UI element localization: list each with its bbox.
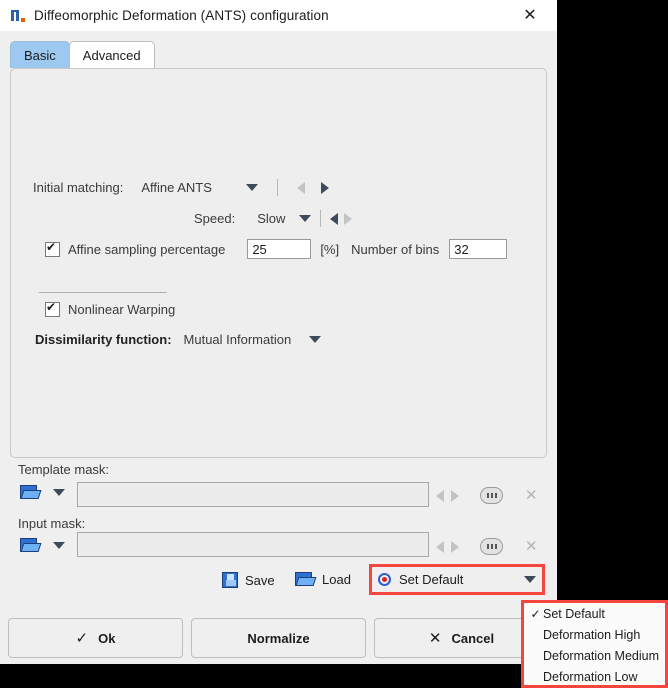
affine-sampling-label: Affine sampling percentage [68, 241, 226, 257]
title-bar: Diffeomorphic Deformation (ANTS) configu… [0, 0, 557, 31]
dialog-window: Diffeomorphic Deformation (ANTS) configu… [0, 0, 557, 664]
app-icon [10, 8, 26, 24]
template-mask-ellipsis-icon[interactable] [480, 487, 503, 504]
speed-prev-icon[interactable] [330, 212, 339, 225]
chevron-down-icon[interactable] [53, 542, 65, 549]
chevron-down-icon[interactable] [299, 215, 312, 222]
initial-matching-row: Initial matching: Affine ANTS [33, 179, 329, 196]
load-label: Load [322, 572, 351, 587]
affine-sampling-input[interactable]: 25 [247, 239, 312, 259]
template-mask-input[interactable] [77, 482, 429, 507]
divider [320, 210, 322, 227]
dissimilarity-value[interactable]: Mutual Information [184, 332, 292, 347]
set-default-menu[interactable]: ✓ Set Default Deformation High Deformati… [523, 602, 668, 688]
percent-unit-label: [%] [320, 241, 340, 257]
ok-label: Ok [98, 630, 116, 646]
input-mask-row [20, 538, 65, 553]
affine-sampling-checkbox[interactable] [45, 240, 60, 257]
menu-item-label: Deformation Medium [543, 648, 660, 663]
template-mask-row [20, 485, 65, 500]
initial-matching-value[interactable]: Affine ANTS [141, 180, 212, 195]
chevron-down-icon[interactable] [245, 184, 258, 191]
input-mask-prev-icon[interactable] [436, 540, 444, 553]
input-mask-controls: ✕ [436, 538, 538, 555]
menu-item-deformation-medium[interactable]: Deformation Medium [524, 645, 667, 666]
check-icon: ✓ [530, 606, 541, 621]
menu-item-deformation-high[interactable]: Deformation High [524, 624, 667, 645]
screen: Diffeomorphic Deformation (ANTS) configu… [0, 0, 668, 688]
input-mask-label: Input mask: [18, 516, 86, 531]
action-bar: ✓ Ok Normalize ✕ Cancel [0, 612, 557, 664]
nonlinear-warping-checkbox[interactable] [45, 300, 60, 317]
folder-open-icon[interactable] [20, 485, 42, 500]
divider [276, 179, 278, 196]
template-mask-prev-icon[interactable] [436, 489, 444, 502]
initial-matching-prev-icon[interactable] [296, 181, 305, 194]
save-button[interactable]: Save [222, 572, 275, 588]
normalize-label: Normalize [247, 630, 310, 646]
tab-bar: Basic Advanced [10, 40, 557, 68]
section-divider [39, 292, 167, 293]
speed-next-icon[interactable] [344, 212, 353, 225]
menu-item-deformation-low[interactable]: Deformation Low [524, 666, 667, 687]
set-default-button[interactable]: Set Default [371, 566, 543, 593]
set-default-label: Set Default [399, 572, 464, 587]
nonlinear-warping-label: Nonlinear Warping [68, 302, 176, 317]
menu-item-set-default[interactable]: ✓ Set Default [524, 603, 667, 624]
template-mask-next-icon[interactable] [451, 489, 459, 502]
input-mask-ellipsis-icon[interactable] [480, 538, 503, 555]
chevron-down-icon[interactable] [309, 336, 322, 343]
template-mask-clear-icon[interactable]: ✕ [525, 488, 538, 503]
number-of-bins-label: Number of bins [351, 241, 440, 257]
initial-matching-label: Initial matching: [33, 180, 124, 195]
ok-button[interactable]: ✓ Ok [8, 618, 183, 658]
nonlinear-warping-row: Nonlinear Warping [45, 300, 176, 317]
input-mask-input[interactable] [77, 532, 429, 557]
target-icon [378, 573, 391, 586]
speed-label: Speed: [194, 211, 236, 226]
close-icon: ✕ [428, 630, 442, 647]
check-icon: ✓ [75, 630, 89, 647]
tab-advanced[interactable]: Advanced [68, 41, 155, 68]
initial-matching-next-icon[interactable] [320, 181, 329, 194]
config-toolbar: Save Load Set Default [0, 564, 557, 602]
affine-sampling-row: Affine sampling percentage 25 [%] Number… [45, 239, 508, 259]
basic-panel: Initial matching: Affine ANTS Speed: Slo… [10, 68, 547, 458]
template-mask-label: Template mask: [18, 462, 110, 477]
tab-basic[interactable]: Basic [10, 41, 70, 68]
chevron-down-icon[interactable] [524, 576, 536, 583]
set-default-dropdown[interactable]: Set Default [371, 566, 543, 593]
menu-item-label: Set Default [543, 606, 605, 621]
input-mask-clear-icon[interactable]: ✕ [525, 539, 538, 554]
speed-value[interactable]: Slow [257, 211, 285, 226]
number-of-bins-input[interactable]: 32 [449, 239, 508, 259]
chevron-down-icon[interactable] [53, 489, 65, 496]
floppy-disk-icon [222, 572, 238, 588]
menu-item-label: Deformation High [543, 627, 641, 642]
dissimilarity-row: Dissimilarity function: Mutual Informati… [35, 332, 322, 347]
folder-open-icon [295, 572, 317, 587]
normalize-button[interactable]: Normalize [191, 618, 366, 658]
cancel-label: Cancel [451, 630, 495, 646]
speed-row: Speed: Slow [194, 210, 353, 227]
template-mask-controls: ✕ [436, 487, 538, 504]
input-mask-next-icon[interactable] [451, 540, 459, 553]
close-icon[interactable]: ✕ [511, 0, 549, 31]
load-button[interactable]: Load [295, 572, 351, 587]
dissimilarity-label: Dissimilarity function: [35, 332, 172, 347]
save-label: Save [245, 572, 275, 588]
window-title: Diffeomorphic Deformation (ANTS) configu… [34, 8, 329, 23]
folder-open-icon[interactable] [20, 538, 42, 553]
menu-item-label: Deformation Low [543, 669, 638, 684]
